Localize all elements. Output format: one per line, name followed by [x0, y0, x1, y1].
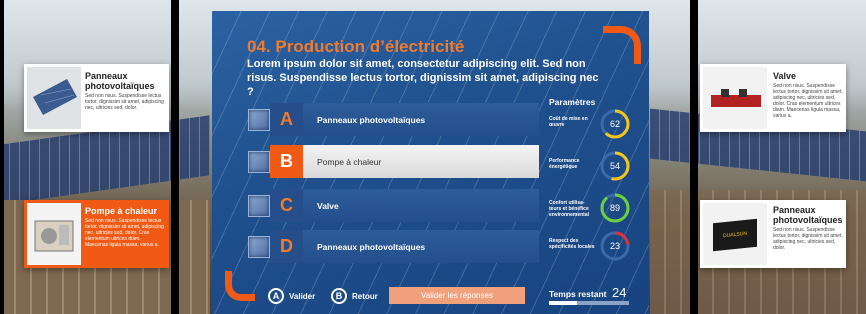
- card-text: Sed non risus. Suspendisse lectus tortor…: [85, 218, 164, 248]
- card-title: Panneaux photovoltaïques: [85, 71, 155, 91]
- info-card-heat-pump[interactable]: Pompe à chaleur Sed non risus. Suspendis…: [24, 200, 169, 268]
- answer-letter: D: [270, 230, 303, 263]
- answer-option-a[interactable]: A Panneaux photovoltaïques: [246, 103, 539, 136]
- param-value: 54: [609, 161, 620, 171]
- quiz-title: 04. Production d’électricité: [247, 37, 465, 56]
- validate-key-icon[interactable]: A: [268, 288, 284, 304]
- back-button[interactable]: Retour: [352, 292, 378, 301]
- divider-right: [690, 0, 698, 314]
- card-title: Panneaux photovoltaïques: [773, 205, 843, 225]
- answer-option-d[interactable]: D Panneaux photovoltaïques: [246, 230, 539, 263]
- letterbox-left: [0, 0, 4, 314]
- dualsun-logo: DUALSUN: [713, 218, 757, 252]
- card-text: Sed non risus. Suspendisse lectus tortor…: [773, 227, 843, 251]
- info-card-valve[interactable]: Valve Sed non risus. Suspendisse lectus …: [700, 64, 846, 132]
- answer-option-b[interactable]: B Pompe à chaleur: [246, 145, 539, 178]
- param-label: Respect des spécificités locales: [549, 238, 595, 250]
- param-label: Coût de mise en œuvre: [549, 116, 588, 128]
- divider-left: [171, 0, 179, 314]
- answer-label: Panneaux photovoltaïques: [303, 230, 539, 263]
- time-remaining-bar: [549, 301, 629, 305]
- param-cost: Coût de mise en œuvre 62: [549, 108, 633, 146]
- param-value: 23: [609, 241, 620, 251]
- heat-pump-image: [27, 203, 81, 265]
- param-label: Confort utilisa-teurs et bénéfice enviro…: [549, 200, 590, 218]
- answer-label: Pompe à chaleur: [303, 145, 539, 178]
- answer-checkbox[interactable]: [248, 150, 270, 173]
- time-remaining-value: 24: [612, 285, 627, 300]
- valve-image: [703, 67, 767, 129]
- param-performance: Performance énergétique 54: [549, 150, 633, 188]
- corner-decoration-bottom: [225, 271, 255, 301]
- answer-letter: C: [270, 189, 303, 222]
- back-key-icon[interactable]: B: [331, 288, 347, 304]
- quiz-question: Lorem ipsum dolor sit amet, consectetur …: [247, 58, 599, 98]
- answer-option-c[interactable]: C Valve: [246, 189, 539, 222]
- answer-letter: B: [270, 145, 303, 178]
- params-title: Paramètres: [549, 97, 596, 107]
- answer-checkbox[interactable]: [248, 194, 270, 217]
- param-comfort: Confort utilisa-teurs et bénéfice enviro…: [549, 192, 633, 230]
- answer-checkbox[interactable]: [248, 108, 270, 131]
- param-local: Respect des spécificités locales 23: [549, 230, 633, 268]
- info-card-solar-panels[interactable]: Panneaux photovoltaïques Sed non risus. …: [24, 64, 169, 132]
- param-value: 89: [609, 203, 620, 213]
- answer-letter: A: [270, 103, 303, 136]
- card-text: Sed non risus. Suspendisse lectus tortor…: [773, 83, 843, 119]
- card-title: Pompe à chaleur: [85, 206, 158, 216]
- param-label: Performance énergétique: [549, 158, 580, 170]
- corner-decoration-top: [603, 26, 641, 64]
- info-card-solar-panels-dualsun[interactable]: DUALSUN Panneaux photovoltaïques Sed non…: [700, 200, 846, 268]
- answer-checkbox[interactable]: [248, 235, 270, 258]
- card-title: Valve: [773, 71, 797, 81]
- param-value: 62: [609, 119, 620, 129]
- time-remaining-label: Temps restant: [549, 289, 607, 299]
- card-text: Sed non risus. Suspendisse lectus tortor…: [85, 93, 164, 111]
- solar-panel-image: [27, 67, 81, 129]
- validate-button[interactable]: Valider: [289, 292, 315, 301]
- answer-label: Panneaux photovoltaïques: [303, 103, 539, 136]
- submit-answers-button[interactable]: Valider les réponses: [389, 287, 525, 304]
- answer-label: Valve: [303, 189, 539, 222]
- dualsun-panel-image: DUALSUN: [703, 203, 767, 265]
